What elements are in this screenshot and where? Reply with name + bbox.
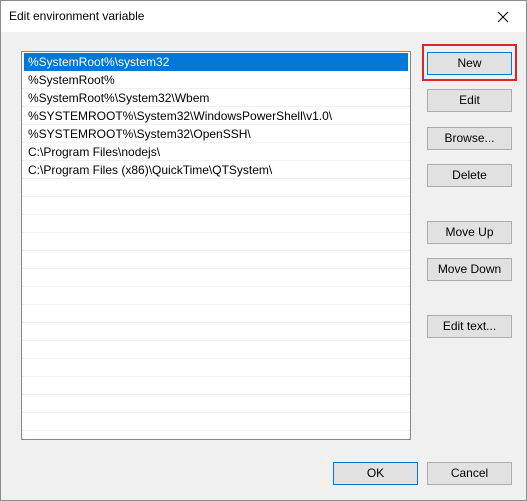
title-bar: Edit environment variable (1, 1, 526, 32)
list-item[interactable]: C:\Program Files\nodejs\ (22, 143, 410, 161)
path-list[interactable]: %SystemRoot%\system32 %SystemRoot% %System… (21, 51, 411, 440)
browse-button[interactable]: Browse... (427, 127, 512, 150)
edit-button[interactable]: Edit (427, 89, 512, 112)
new-button[interactable]: New (427, 52, 512, 75)
delete-button[interactable]: Delete (427, 164, 512, 187)
list-item[interactable]: %SystemRoot%\system32 (24, 53, 408, 71)
empty-list-row[interactable] (22, 341, 410, 359)
empty-list-row[interactable] (22, 305, 410, 323)
move-down-button[interactable]: Move Down (427, 258, 512, 281)
empty-list-row[interactable] (22, 287, 410, 305)
empty-list-row[interactable] (22, 323, 410, 341)
ok-button[interactable]: OK (333, 462, 418, 485)
empty-list-row[interactable] (22, 413, 410, 431)
empty-list-row[interactable] (22, 377, 410, 395)
empty-list-row[interactable] (22, 197, 410, 215)
edit-text-button[interactable]: Edit text... (427, 315, 512, 338)
list-item[interactable]: %SYSTEMROOT%\System32\OpenSSH\ (22, 125, 410, 143)
list-item[interactable]: %SystemRoot% (22, 71, 410, 89)
list-item[interactable]: %SystemRoot%\System32\Wbem (22, 89, 410, 107)
cancel-button[interactable]: Cancel (427, 462, 512, 485)
empty-list-row[interactable] (22, 215, 410, 233)
move-up-button[interactable]: Move Up (427, 221, 512, 244)
window-title: Edit environment variable (9, 9, 145, 23)
close-icon (497, 11, 509, 22)
close-button[interactable] (480, 1, 526, 32)
edit-environment-variable-dialog: Edit environment variable %SystemRoot%\s… (0, 0, 527, 501)
empty-list-row[interactable] (22, 395, 410, 413)
empty-list-row[interactable] (22, 269, 410, 287)
empty-list-row[interactable] (22, 359, 410, 377)
list-item[interactable]: %SYSTEMROOT%\System32\WindowsPowerShell\… (22, 107, 410, 125)
empty-list-row[interactable] (22, 233, 410, 251)
empty-list-row[interactable] (22, 251, 410, 269)
empty-list-row[interactable] (22, 179, 410, 197)
list-item[interactable]: C:\Program Files (x86)\QuickTime\QTSyste… (22, 161, 410, 179)
